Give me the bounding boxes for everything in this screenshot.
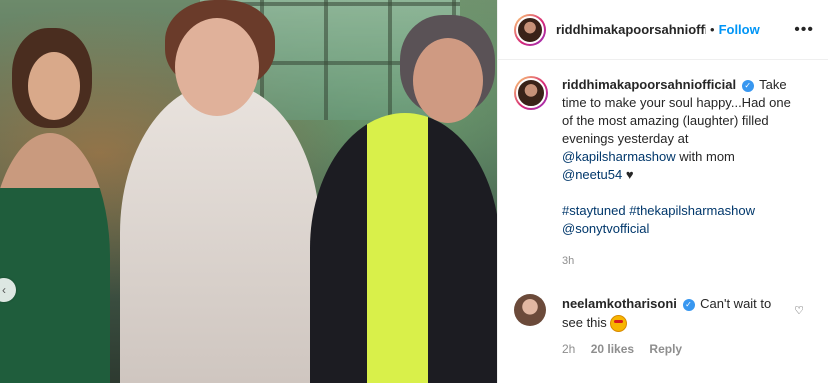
follow-button[interactable]: Follow bbox=[719, 22, 760, 37]
person-center bbox=[120, 83, 320, 383]
person-right-face bbox=[413, 38, 483, 123]
caption-body: riddhimakapoorsahniofficial ✓ Take time … bbox=[562, 76, 802, 270]
reply-button[interactable]: Reply bbox=[649, 342, 682, 356]
hashtag-thekapilsharmashow[interactable]: #thekapilsharmashow bbox=[629, 203, 755, 218]
comment-body: neelamkotharisoni ✓ Can't wait to see th… bbox=[562, 294, 782, 359]
comment-item: neelamkotharisoni ✓ Can't wait to see th… bbox=[498, 282, 828, 359]
person-left-face bbox=[28, 52, 80, 120]
chevron-left-icon: ‹ bbox=[2, 283, 6, 297]
caption-author-avatar[interactable] bbox=[514, 76, 548, 110]
verified-badge-icon: ✓ bbox=[741, 79, 754, 92]
comment-likes[interactable]: 20 likes bbox=[591, 342, 634, 356]
more-options-icon[interactable]: ••• bbox=[794, 21, 814, 39]
like-comment-heart-icon[interactable]: ♡ bbox=[794, 304, 804, 317]
author-avatar[interactable] bbox=[514, 13, 546, 46]
hashtag-staytuned[interactable]: #staytuned bbox=[562, 203, 626, 218]
mention-neetu54[interactable]: @neetu54 bbox=[562, 167, 622, 182]
author-username[interactable]: riddhimakapoorsahnioffic bbox=[556, 22, 706, 37]
post-photo[interactable]: ‹ bbox=[0, 0, 497, 383]
commenter-avatar[interactable] bbox=[514, 294, 546, 326]
post-header: riddhimakapoorsahnioffic • Follow ••• bbox=[498, 0, 828, 60]
separator-dot: • bbox=[710, 22, 715, 37]
person-center-face bbox=[175, 18, 259, 116]
caption-text-2: with mom bbox=[679, 149, 735, 164]
comment-meta: 2h 20 likes Reply bbox=[562, 340, 782, 359]
comment-timestamp[interactable]: 2h bbox=[562, 342, 575, 356]
verified-badge-icon: ✓ bbox=[682, 298, 695, 311]
commenter-username[interactable]: neelamkotharisoni bbox=[562, 296, 677, 311]
star-struck-emoji-icon bbox=[610, 315, 628, 333]
caption: riddhimakapoorsahniofficial ✓ Take time … bbox=[498, 60, 828, 270]
heart-emoji-icon: ♥ bbox=[625, 167, 634, 182]
post-side-panel: riddhimakapoorsahnioffic • Follow ••• ri… bbox=[497, 0, 828, 383]
mention-sonytvofficial[interactable]: @sonytvofficial bbox=[562, 221, 649, 236]
mention-kapilsharmashow[interactable]: @kapilsharmashow bbox=[562, 149, 676, 164]
caption-timestamp[interactable]: 3h bbox=[562, 252, 802, 270]
person-right bbox=[310, 113, 497, 383]
caption-username[interactable]: riddhimakapoorsahniofficial bbox=[562, 77, 736, 92]
